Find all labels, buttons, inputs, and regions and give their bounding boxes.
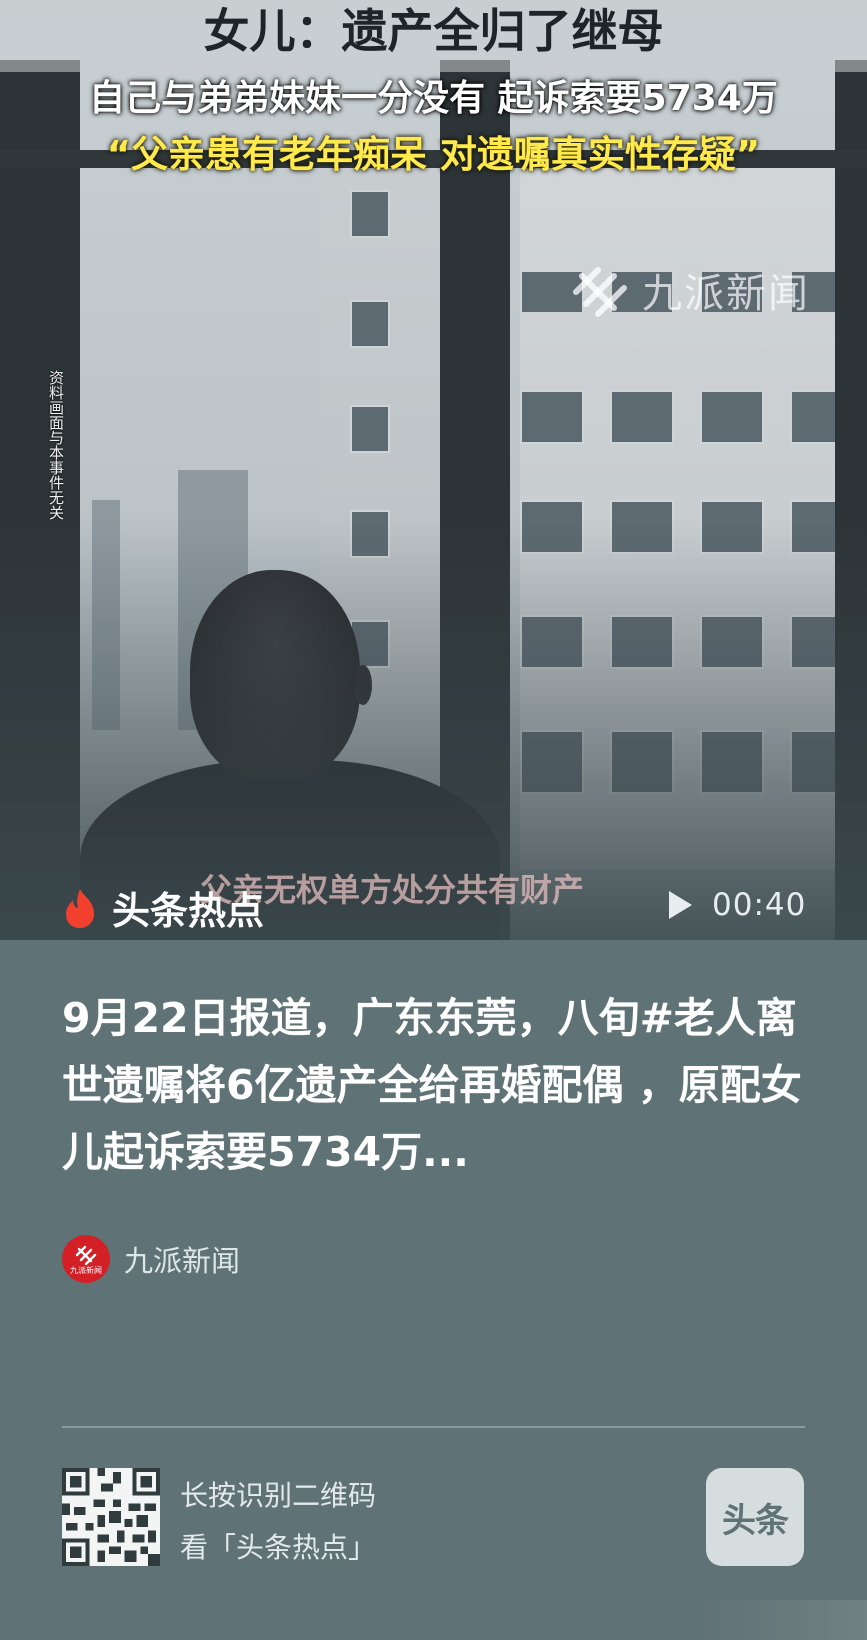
toutiao-app-badge[interactable]: 头条 [706,1468,804,1566]
app-badge-label: 头条 [722,1500,789,1541]
source-logo-text: 九派新闻 [70,1266,102,1275]
qr-action: 看「头条热点」 [180,1531,377,1564]
topic-label: 头条热点 [112,889,265,933]
source-avatar: 九派新闻 [62,1235,110,1283]
play-icon[interactable] [666,889,694,921]
video-overlay-title: 女儿：遗产全归了继母 [0,0,867,72]
bottom-shadow [700,1600,867,1640]
video-overlay-subtitle: 自己与弟弟妹妹一分没有 起诉索要5734万 [89,78,778,119]
video-side-note: 资料画面与本事件无关 [47,370,65,520]
divider [62,1426,805,1428]
flame-icon [66,888,94,928]
source-row[interactable]: 九派新闻 九派新闻 [62,1235,240,1283]
play-control[interactable]: 00:40 [666,887,806,923]
jiupai-logo-icon [573,267,627,317]
topic-row[interactable]: 头条热点 [62,880,264,935]
video-frame[interactable]: 女儿：遗产全归了继母 自己与弟弟妹妹一分没有 起诉索要5734万 “父亲患有老年… [0,0,867,940]
video-overlay-quote: “父亲患有老年痴呆 对遗嘱真实性存疑” [106,133,761,176]
qr-hint: 长按识别二维码 [180,1479,377,1512]
source-name: 九派新闻 [124,1244,241,1278]
jiupai-logo-icon [75,1245,97,1265]
news-watermark: 九派新闻 [568,258,810,322]
video-duration: 00:40 [712,887,807,923]
article-headline[interactable]: 9月22日报道，广东东莞，八旬#老人离世遗嘱将6亿遗产全给再婚配偶 ，原配女儿起… [62,985,802,1186]
qr-code-icon[interactable] [62,1468,160,1566]
watermark-text: 九派新闻 [642,271,810,317]
